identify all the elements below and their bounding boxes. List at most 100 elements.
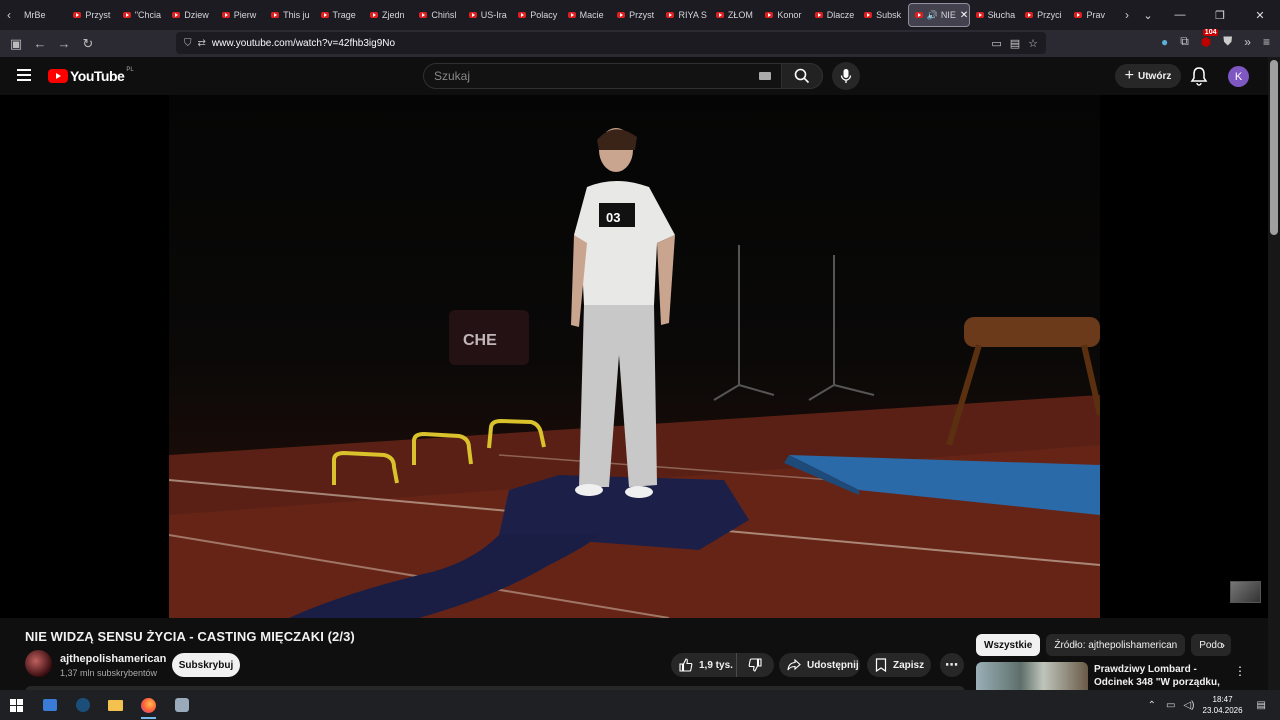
network-icon[interactable]: ▭ (1166, 700, 1175, 711)
video-info-area: NIE WIDZĄ SENSU ŻYCIA - CASTING MIĘCZAKI… (0, 618, 1268, 701)
chip-source-channel[interactable]: Źródło: ajthepolishamerican (1046, 634, 1186, 656)
permissions-icon[interactable]: ⇄ (198, 38, 206, 49)
browser-tab[interactable]: Przyst (67, 3, 116, 27)
share-button[interactable]: Udostępnij (779, 653, 860, 677)
page-scrollbar-thumb[interactable] (1270, 60, 1278, 235)
microphone-icon (840, 69, 852, 83)
chips-next-chevron-icon[interactable]: › (1221, 638, 1225, 652)
keyboard-icon[interactable] (759, 72, 771, 80)
search-box (423, 63, 782, 89)
channel-name[interactable]: ajthepolishamerican (60, 653, 166, 665)
app-menu-icon[interactable]: ≡ (1263, 35, 1270, 49)
recommendation-thumbnail[interactable] (976, 662, 1088, 690)
youtube-favicon-icon (617, 12, 626, 18)
taskbar-steam-icon[interactable] (66, 690, 99, 720)
browser-tab[interactable]: Dlacze (809, 3, 858, 27)
browser-tab[interactable]: Prav (1068, 3, 1117, 27)
back-button[interactable]: ← (28, 32, 52, 56)
browser-tab-label: Konor (777, 10, 802, 20)
notifications-bell-icon[interactable] (1190, 66, 1208, 86)
dislike-button[interactable] (737, 658, 773, 672)
browser-tab[interactable]: US-Ira (463, 3, 512, 27)
hamburger-menu-icon[interactable] (17, 69, 31, 81)
picture-in-picture-icon[interactable]: ▭ (991, 37, 1001, 50)
tab-audio-icon[interactable]: 🔊 (927, 10, 938, 21)
tab-close-icon[interactable]: ✕ (960, 10, 968, 21)
video-frame[interactable]: CHE 03 (169, 95, 1100, 618)
address-bar[interactable]: ⛉ ⇄ www.youtube.com/watch?v=42fhb3ig9No … (176, 32, 1046, 54)
browser-tabstrip: ‹ MrBe Przyst "Chcia Dziew Pierw This ju Trage… (0, 0, 1280, 30)
browser-tab[interactable]: Zjedn (364, 3, 413, 27)
browser-tab[interactable]: MrBe (18, 3, 67, 27)
browser-tab-active[interactable]: 🔊 NIE ✕ (907, 3, 970, 27)
taskbar-file-explorer-icon[interactable] (99, 690, 132, 720)
svg-text:CHE: CHE (463, 332, 497, 349)
sidebar-toggle-icon[interactable]: ▣ (4, 32, 28, 56)
like-button[interactable]: 1,9 tys. (671, 653, 737, 677)
subscriber-count: 1,37 mln subskrybentów (60, 668, 158, 678)
browser-navbar: ▣ ← → ↻ ⛉ ⇄ www.youtube.com/watch?v=42fh… (0, 28, 1280, 57)
browser-tab[interactable]: RIYA S (660, 3, 709, 27)
subscribe-button[interactable]: Subskrybuj (172, 653, 240, 677)
save-button[interactable]: Zapisz (867, 653, 931, 677)
browser-tab-label: This ju (283, 10, 310, 20)
recommendation-chips: Wszystkie Źródło: ajthepolishamerican Po… (976, 634, 1238, 656)
volume-icon[interactable]: ◁) (1183, 700, 1194, 711)
browser-tab[interactable]: Polacy (512, 3, 561, 27)
extensions-puzzle-icon[interactable]: ⧉ (1180, 34, 1189, 49)
taskbar-firefox-icon[interactable] (132, 690, 165, 720)
tab-scroll-left-button[interactable]: ‹ (0, 0, 18, 30)
browser-tab[interactable]: Chińsl (413, 3, 462, 27)
overflow-chevron-icon[interactable]: » (1244, 35, 1251, 49)
miniplayer-thumbnail[interactable] (1230, 581, 1261, 603)
browser-tab-label: RIYA S (678, 10, 707, 20)
search-button[interactable] (781, 63, 823, 89)
browser-tab[interactable]: Konor (759, 3, 808, 27)
browser-tab[interactable]: Przyci (1019, 3, 1068, 27)
account-avatar[interactable]: K (1228, 66, 1249, 87)
ublock-extension-icon[interactable]: ⬢ 104 (1201, 28, 1219, 49)
browser-tab-label: US-Ira (480, 10, 507, 20)
notification-center-icon[interactable]: ▤ (1257, 700, 1266, 711)
close-window-button[interactable]: ✕ (1240, 0, 1280, 30)
search-input[interactable] (434, 69, 754, 83)
privacy-shield-icon[interactable]: ⛊ (1223, 34, 1232, 49)
browser-tab[interactable]: Dziew (166, 3, 215, 27)
channel-avatar[interactable] (25, 650, 52, 677)
taskbar-clock[interactable]: 18:47 23.04.2026 (1203, 694, 1243, 716)
browser-tab[interactable]: ZŁOM (710, 3, 759, 27)
browser-tab[interactable]: This ju (265, 3, 314, 27)
recommendation-menu-icon[interactable]: ⋮ (1234, 664, 1246, 678)
browser-tab[interactable]: Macie (562, 3, 611, 27)
start-button[interactable] (0, 690, 33, 720)
browser-tab[interactable]: Subsk (858, 3, 907, 27)
shield-icon[interactable]: ⛉ (184, 38, 192, 49)
tray-chevron-icon[interactable]: ⌃ (1148, 700, 1156, 711)
browser-tab[interactable]: Pierw (216, 3, 265, 27)
tab-list-button[interactable]: ⌄ (1138, 0, 1158, 30)
bookmark-star-icon[interactable]: ☆ (1028, 37, 1038, 50)
browser-tab[interactable]: Przyst (611, 3, 660, 27)
restore-button[interactable]: ❐ (1200, 0, 1240, 30)
browser-tab-label: Dlacze (826, 10, 855, 20)
more-actions-button[interactable]: ⋯ (940, 653, 964, 677)
vpn-extension-icon[interactable]: ● (1161, 35, 1168, 49)
browser-tab[interactable]: Słucha (970, 3, 1019, 27)
reload-button[interactable]: ↻ (76, 32, 100, 56)
minimize-button[interactable]: — (1160, 0, 1200, 30)
create-button[interactable]: + Utwórz (1115, 64, 1181, 88)
taskbar-app-icon[interactable] (165, 690, 198, 720)
reader-view-icon[interactable]: ▤ (1010, 37, 1020, 50)
tab-scroll-right-button[interactable]: › (1118, 0, 1136, 30)
chip-all[interactable]: Wszystkie (976, 634, 1041, 656)
voice-search-button[interactable] (832, 62, 860, 90)
browser-tab[interactable]: "Chcia (117, 3, 166, 27)
youtube-favicon-icon (369, 12, 378, 18)
forward-button[interactable]: → (52, 32, 76, 56)
taskbar-remote-desktop-icon[interactable] (33, 690, 66, 720)
youtube-favicon-icon (975, 12, 984, 18)
browser-tab[interactable]: Trage (315, 3, 364, 27)
like-count: 1,9 tys. (699, 659, 733, 671)
youtube-logo[interactable]: YouTube PL (48, 67, 134, 84)
video-player[interactable]: CHE 03 (0, 95, 1268, 618)
